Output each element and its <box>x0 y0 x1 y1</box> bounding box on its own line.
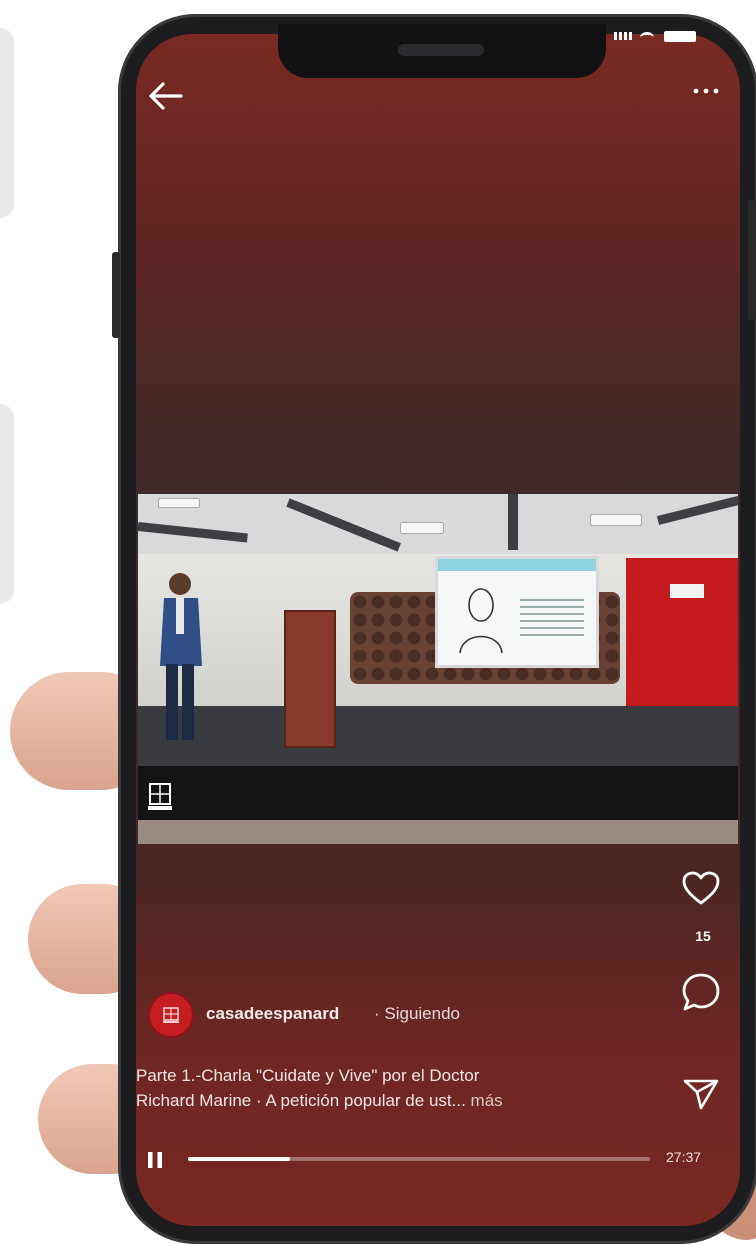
ceiling-light-3 <box>158 498 200 508</box>
more-horizontal-icon <box>693 88 719 94</box>
comment-icon <box>682 973 720 1011</box>
ceiling-beam-3 <box>508 494 518 550</box>
caption-line-1: Parte 1.-Charla "Cuidate y Vive" por el … <box>136 1066 480 1085</box>
heart-icon <box>682 871 720 905</box>
video-duration: 27:37 <box>666 1149 702 1165</box>
corner-logo-icon <box>148 783 172 810</box>
background-card-bottom <box>0 404 14 604</box>
room-floor <box>138 820 738 844</box>
comment-button[interactable] <box>678 970 724 1014</box>
progress-bar[interactable] <box>188 1157 650 1161</box>
stage-skirt <box>138 766 738 822</box>
stage-floor <box>138 706 738 770</box>
ceiling-light-2 <box>590 514 642 526</box>
pause-icon <box>148 1152 162 1168</box>
person-outline-illustration <box>459 588 503 654</box>
battery-icon <box>664 31 696 42</box>
signal-icon <box>614 32 632 40</box>
username-link[interactable]: casadeespanard <box>206 1004 339 1028</box>
caption-more-link[interactable]: más <box>471 1091 503 1110</box>
wifi-icon <box>640 32 654 43</box>
like-button[interactable] <box>678 866 724 910</box>
more-options-button[interactable] <box>686 76 726 106</box>
like-count: 15 <box>695 928 711 944</box>
follow-status[interactable]: · Siguiendo <box>374 1004 460 1028</box>
caption-line-2-text: Richard Marine · A petición popular de u… <box>136 1091 466 1110</box>
send-icon <box>683 1079 719 1110</box>
status-bar <box>614 30 706 42</box>
profile-logo-icon <box>163 1007 179 1023</box>
banner-logo <box>670 584 704 598</box>
background-card-top <box>0 28 14 218</box>
side-button-left <box>112 252 120 338</box>
avatar[interactable] <box>148 992 194 1038</box>
caption-line-2: Richard Marine · A petición popular de u… <box>136 1091 620 1115</box>
ceiling-light-1 <box>400 522 444 534</box>
podium <box>284 610 336 748</box>
slide-text-lines <box>520 599 584 639</box>
video-frame[interactable] <box>138 494 738 844</box>
speaker-person <box>160 573 202 740</box>
progress-fill <box>188 1157 290 1161</box>
projection-screen <box>435 556 599 668</box>
back-button[interactable] <box>142 76 188 116</box>
side-button-right <box>748 200 756 320</box>
arrow-left-icon <box>149 82 183 110</box>
speaker <box>398 44 484 56</box>
share-button[interactable] <box>678 1074 724 1114</box>
pause-button[interactable] <box>140 1146 170 1174</box>
red-banner <box>626 558 738 720</box>
